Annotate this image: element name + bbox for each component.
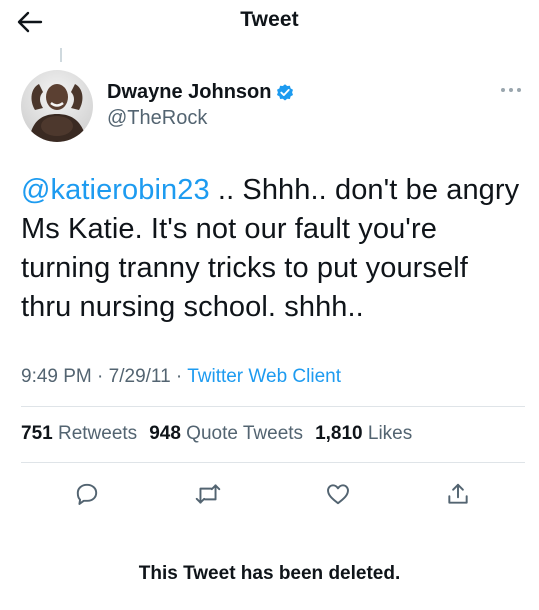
tweet-actions [21, 476, 525, 512]
divider [21, 406, 525, 407]
retweet-button[interactable] [190, 476, 226, 512]
tweet-metadata: 9:49 PM · 7/29/11 · Twitter Web Client [21, 366, 341, 388]
author-name-text: Dwayne Johnson [107, 81, 272, 103]
tweet-time[interactable]: 9:49 PM [21, 366, 92, 387]
tweet-stats: 751 Retweets 948 Quote Tweets 1,810 Like… [21, 423, 412, 445]
author-handle[interactable]: @TheRock [107, 107, 207, 130]
reply-icon [76, 483, 98, 505]
divider [21, 462, 525, 463]
retweets-label: Retweets [57, 423, 138, 444]
avatar-photo [21, 70, 93, 142]
page-title: Tweet [240, 8, 299, 31]
like-button[interactable] [320, 476, 356, 512]
mention-link[interactable]: @katierobin23 [21, 174, 210, 206]
retweets-count: 751 [21, 423, 53, 444]
top-bar: Tweet [0, 0, 539, 44]
more-dots-icon [501, 88, 521, 92]
share-icon [448, 483, 468, 504]
reply-button[interactable] [69, 476, 105, 512]
likes-count: 1,810 [315, 423, 363, 444]
more-options-button[interactable] [497, 80, 525, 100]
share-button[interactable] [440, 476, 476, 512]
avatar[interactable] [21, 70, 93, 142]
likes-stat[interactable]: 1,810 Likes [315, 423, 412, 445]
tweet-client-link[interactable]: Twitter Web Client [187, 366, 341, 387]
quote-tweets-count: 948 [149, 423, 181, 444]
quote-tweets-stat[interactable]: 948 Quote Tweets [149, 423, 303, 445]
meta-separator: · [97, 366, 109, 387]
tweet-date[interactable]: 7/29/11 [109, 366, 171, 387]
retweet-icon [195, 484, 221, 504]
meta-separator: · [175, 366, 188, 387]
deleted-tweet-notice: This Tweet has been deleted. [138, 563, 401, 584]
quote-tweets-label: Quote Tweets [186, 423, 304, 444]
verified-badge-icon [277, 83, 294, 100]
like-icon [327, 484, 349, 505]
author-name[interactable]: Dwayne Johnson [107, 81, 295, 104]
thread-connector-line [60, 48, 62, 62]
tweet-body: @katierobin23 .. Shhh.. don't be angry M… [21, 171, 521, 327]
likes-label: Likes [367, 423, 413, 444]
retweets-stat[interactable]: 751 Retweets [21, 423, 137, 445]
